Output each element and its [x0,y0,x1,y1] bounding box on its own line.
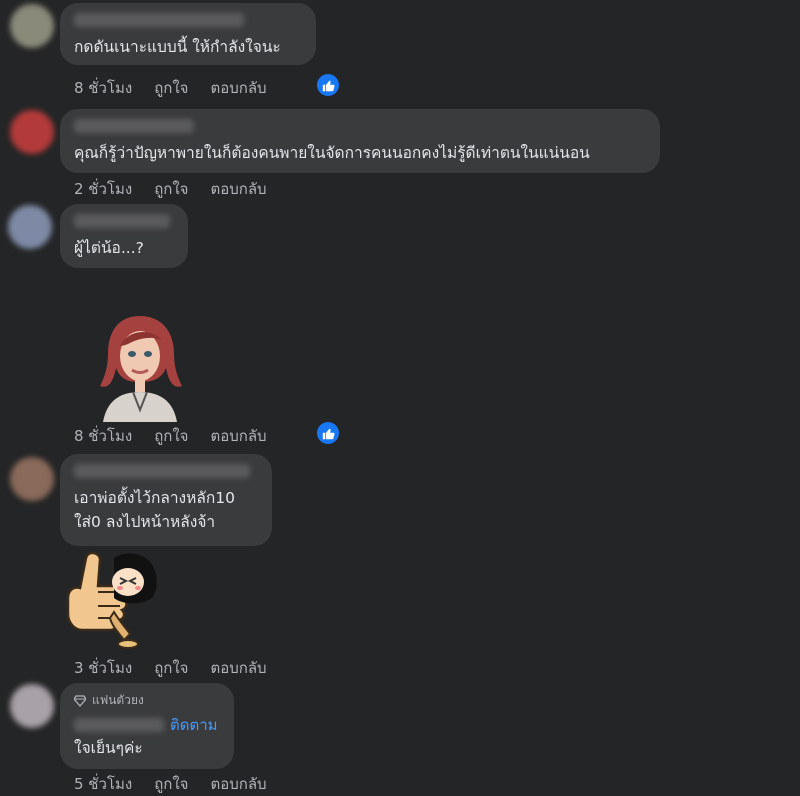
comment-text: คุณก็รู้ว่าปัญหาพายในก็ต้องคนพายในจัดการ… [74,144,590,162]
avatar[interactable] [10,110,54,154]
like-link[interactable]: ถูกใจ [154,79,188,97]
commenter-name[interactable] [74,119,194,133]
like-link[interactable]: ถูกใจ [154,775,188,793]
comment-bubble: กดดันเนาะแบบนี้ ให้กำลังใจนะ [60,3,316,65]
comment-bubble: แฟนตัวยง ติดตาม ใจเย็นๆค่ะ [60,683,234,769]
avatar-sticker [95,310,185,422]
avatar[interactable] [10,4,54,48]
comment-bubble: ผู้ไต่น้อ...? [60,204,188,268]
comment-actions: 8 ชั่วโมง ถูกใจ ตอบกลับ [74,424,289,448]
comment-text: ผู้ไต่น้อ...? [74,239,144,257]
reply-link[interactable]: ตอบกลับ [210,775,266,793]
comment-actions: 3 ชั่วโมง ถูกใจ ตอบกลับ [74,656,289,680]
follow-button[interactable]: ติดตาม [170,713,218,737]
comment-text: ใจเย็นๆค่ะ [74,739,143,757]
comment-bubble: เอาพ่อตั้งไว้กลางหลัก10 ใส่0 ลงไปหน้าหลั… [60,454,272,546]
avatar[interactable] [10,457,54,501]
top-fan-badge: แฟนตัวยง [74,691,220,710]
reply-link[interactable]: ตอบกลับ [210,659,266,677]
comment-time[interactable]: 8 ชั่วโมง [74,427,132,445]
comment-actions: 5 ชั่วโมง ถูกใจ ตอบกลับ [74,772,289,796]
comment-time[interactable]: 8 ชั่วโมง [74,79,132,97]
comment-text-line: เอาพ่อตั้งไว้กลางหลัก10 [74,489,235,507]
avatar[interactable] [8,205,52,249]
comment-actions: 2 ชั่วโมง ถูกใจ ตอบกลับ [74,177,289,201]
reply-link[interactable]: ตอบกลับ [210,180,266,198]
like-link[interactable]: ถูกใจ [154,427,188,445]
comment-text-line: ใส่0 ลงไปหน้าหลังจ้า [74,513,216,531]
reply-link[interactable]: ตอบกลับ [210,79,266,97]
commenter-name[interactable] [74,718,164,732]
comment-text: กดดันเนาะแบบนี้ ให้กำลังใจนะ [74,38,281,56]
diamond-icon [74,694,86,707]
comment-actions: 8 ชั่วโมง ถูกใจ ตอบกลับ [74,76,289,100]
commenter-name[interactable] [74,464,250,478]
commenter-name[interactable] [74,214,170,228]
comment-bubble: คุณก็รู้ว่าปัญหาพายในก็ต้องคนพายในจัดการ… [60,109,660,173]
like-link[interactable]: ถูกใจ [154,180,188,198]
commenter-name[interactable] [74,13,244,27]
reply-link[interactable]: ตอบกลับ [210,427,266,445]
comment-time[interactable]: 2 ชั่วโมง [74,180,132,198]
like-reaction-icon[interactable] [317,422,339,444]
comment-time[interactable]: 3 ชั่วโมง [74,659,132,677]
badge-label: แฟนตัวยง [92,693,144,707]
comment-time[interactable]: 5 ชั่วโมง [74,775,132,793]
thumbs-up-sticker [58,548,162,652]
avatar[interactable] [10,684,54,728]
like-link[interactable]: ถูกใจ [154,659,188,677]
like-reaction-icon[interactable] [317,74,339,96]
